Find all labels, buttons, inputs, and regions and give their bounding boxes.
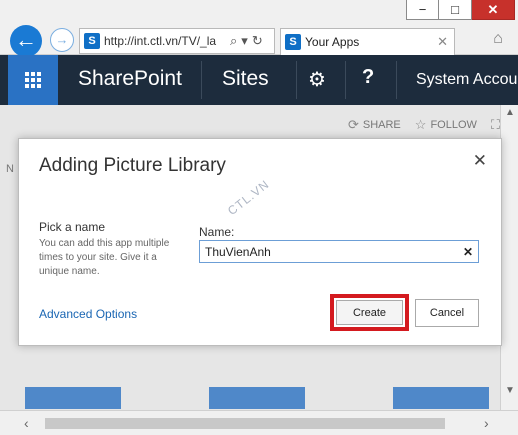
suite-divider bbox=[296, 61, 297, 99]
add-app-dialog: Adding Picture Library ✕ Pick a name You… bbox=[18, 138, 502, 346]
arrow-left-icon: ← bbox=[15, 27, 37, 52]
create-button[interactable]: Create bbox=[336, 300, 403, 325]
help-button[interactable]: ? bbox=[362, 66, 374, 89]
scroll-left-icon[interactable]: ‹ bbox=[24, 415, 29, 431]
share-button[interactable]: ⟳ SHARE bbox=[348, 117, 401, 133]
tab-favicon-icon: S bbox=[285, 34, 301, 50]
follow-label: FOLLOW bbox=[430, 119, 477, 131]
app-tile[interactable] bbox=[25, 387, 121, 409]
suite-divider bbox=[201, 61, 202, 99]
scroll-thumb[interactable] bbox=[45, 418, 445, 429]
dialog-title: Adding Picture Library bbox=[39, 155, 226, 176]
sites-link[interactable]: Sites bbox=[222, 67, 269, 91]
forward-button[interactable]: → bbox=[50, 28, 74, 52]
close-tab-icon[interactable]: ✕ bbox=[437, 34, 448, 50]
suite-brand[interactable]: SharePoint bbox=[78, 67, 182, 91]
address-url[interactable]: http://int.ctl.vn/TV/_la bbox=[104, 34, 226, 48]
horizontal-scrollbar[interactable]: ‹ › bbox=[0, 410, 518, 435]
focus-content-icon[interactable]: ⛶ bbox=[491, 117, 500, 133]
share-icon: ⟳ bbox=[347, 117, 359, 132]
window-controls: − □ ✕ bbox=[406, 0, 515, 20]
suite-divider bbox=[345, 61, 346, 99]
maximize-button[interactable]: □ bbox=[439, 0, 472, 20]
app-tile[interactable] bbox=[393, 387, 489, 409]
watermark-text: CTL.VN bbox=[225, 177, 272, 219]
gear-icon[interactable]: ⚙ bbox=[308, 67, 326, 92]
arrow-right-icon: → bbox=[55, 32, 69, 47]
name-field-value[interactable]: ThuVienAnh bbox=[200, 245, 458, 259]
sharepoint-favicon-icon: S bbox=[84, 33, 100, 49]
advanced-options-link[interactable]: Advanced Options bbox=[39, 307, 137, 321]
account-menu[interactable]: System Accou bbox=[416, 71, 517, 89]
suite-bar: SharePoint Sites ⚙ ? System Accou bbox=[0, 55, 518, 105]
address-bar[interactable]: S http://int.ctl.vn/TV/_la ⌕ ▾ ↻ bbox=[79, 28, 275, 54]
app-launcher-button[interactable] bbox=[8, 55, 58, 105]
app-tile[interactable] bbox=[209, 387, 305, 409]
star-icon: ☆ bbox=[414, 117, 427, 132]
window-close-button[interactable]: ✕ bbox=[472, 0, 515, 20]
suite-divider bbox=[396, 61, 397, 99]
dropdown-icon[interactable]: ▾ bbox=[241, 33, 248, 49]
pick-name-heading: Pick a name bbox=[39, 220, 106, 234]
browser-chrome: − □ ✕ ← → S http://int.ctl.vn/TV/_la ⌕ ▾… bbox=[0, 0, 518, 57]
back-button[interactable]: ← bbox=[10, 25, 42, 57]
name-label: Name: bbox=[199, 225, 235, 239]
browser-tab[interactable]: S Your Apps ✕ bbox=[280, 28, 455, 55]
follow-button[interactable]: ☆ FOLLOW bbox=[415, 117, 477, 133]
scroll-up-icon[interactable]: ▲ bbox=[505, 107, 515, 118]
search-icon[interactable]: ⌕ bbox=[230, 33, 237, 49]
scroll-down-icon[interactable]: ▼ bbox=[505, 385, 515, 396]
tab-title: Your Apps bbox=[305, 35, 360, 49]
refresh-icon[interactable]: ↻ bbox=[252, 33, 263, 49]
vertical-scrollbar[interactable]: ▲ ▼ bbox=[500, 105, 518, 410]
minimize-button[interactable]: − bbox=[406, 0, 439, 20]
home-icon[interactable]: ⌂ bbox=[488, 30, 508, 50]
share-label: SHARE bbox=[362, 119, 401, 131]
cancel-button[interactable]: Cancel bbox=[415, 299, 479, 327]
scroll-right-icon[interactable]: › bbox=[484, 415, 489, 431]
name-field[interactable]: ThuVienAnh ✕ bbox=[199, 240, 479, 263]
waffle-icon bbox=[25, 72, 41, 88]
page-actions: ⟳ SHARE ☆ FOLLOW ⛶ bbox=[348, 117, 500, 133]
close-icon[interactable]: ✕ bbox=[473, 151, 487, 171]
clear-icon[interactable]: ✕ bbox=[458, 245, 478, 259]
pick-name-description: You can add this app multiple times to y… bbox=[39, 238, 170, 277]
left-nav-stub: N bbox=[6, 163, 14, 175]
